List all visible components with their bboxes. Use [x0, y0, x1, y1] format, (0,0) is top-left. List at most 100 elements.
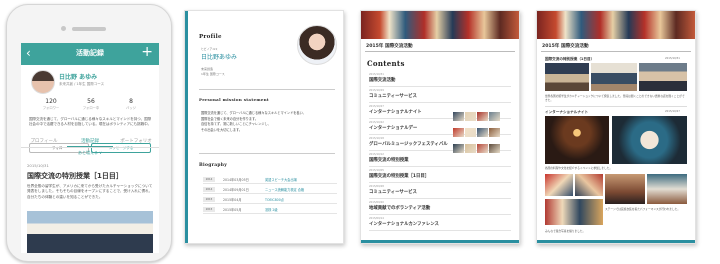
divider	[541, 51, 691, 52]
toc-thumbnail[interactable]	[489, 112, 500, 121]
article-date: 2015/10/31	[665, 57, 680, 60]
banner-title: 2015年 国際交流活動	[542, 44, 589, 49]
toc-thumbnail[interactable]	[465, 112, 476, 121]
toc-thumbnail[interactable]	[453, 128, 464, 137]
page-banner-photo	[361, 11, 519, 39]
article-heading: インターナショナルナイト	[545, 110, 589, 114]
bio-title[interactable]: ニュース読解能力検定 合格	[265, 187, 304, 192]
toc-divider	[369, 214, 511, 215]
article-photo	[639, 63, 687, 91]
biography-row: 2015 2015年04月 TOEIC800点	[203, 195, 337, 204]
toc-entry[interactable]: 2015/09/14 インターナショナルカンファレンス	[369, 217, 449, 227]
show-more-link[interactable]: あと増える ∨	[21, 150, 159, 156]
bio-title[interactable]: 漢検 2級	[265, 207, 278, 212]
stat-value: 120	[45, 98, 57, 105]
toc-entry[interactable]: 2015/10/31 国際交流活動	[369, 73, 449, 83]
toc-thumbnail[interactable]	[477, 112, 488, 121]
article-date: 2015/10/27	[665, 110, 680, 113]
bio-date: 2014年03月05日	[223, 178, 249, 182]
contents-heading: Contents	[367, 59, 405, 68]
biography-row: 2014 2014年03月05日 英語スピーチ大会出場	[203, 175, 337, 184]
mission-statement: 国際交流を通じて、グローバルに通じる様々なスキルとマインドを養い、 国際社会で働…	[201, 111, 337, 133]
toc-thumbnails	[453, 138, 501, 157]
toc-entry[interactable]: 2015/10/29 コミュニティーサービス	[369, 89, 449, 99]
toc-entry[interactable]: 2015/09/20 地域貢献でのボランティア活動	[369, 201, 449, 211]
toc-entry[interactable]: 2015/10/18 グローバルミュージックフェスティバル	[369, 137, 449, 147]
profile-subtitle: 未来共創 / 1年生 国際コース	[59, 82, 105, 86]
toc-thumbnail[interactable]	[489, 144, 500, 153]
toc-entry[interactable]: 2015/10/27 インターナショナルナイト	[369, 105, 449, 115]
toc-title: 国際交流の特別授業	[369, 158, 409, 163]
page-banner-photo	[537, 11, 695, 39]
article-body: 各国の料理や文化を紹介するイベントに参加しました。	[545, 166, 613, 170]
profile-photo	[297, 25, 337, 65]
toc-date: 2015/10/05	[369, 169, 384, 172]
profile-meta-1: 未来創造	[201, 67, 214, 71]
toc-thumbnail[interactable]	[489, 128, 500, 137]
add-icon[interactable]: +	[141, 44, 153, 60]
tab-profile[interactable]: プロフィール	[21, 138, 67, 144]
toc-date: 2015/10/29	[369, 89, 384, 92]
toc-title: グローバルミュージックフェスティバル	[369, 142, 448, 147]
toc-title: 地域貢献でのボランティア活動	[369, 206, 431, 211]
toc-entry[interactable]: 2015/10/22 インターナショナルデー	[369, 121, 449, 131]
toc-entry[interactable]: 2015/10/12 国際交流の特別授業	[369, 153, 449, 163]
toc-divider	[369, 102, 511, 103]
section-heading-biography: Biography	[199, 163, 228, 168]
section-heading-mission: Personal mission statement	[199, 97, 270, 102]
toc-date: 2015/09/14	[369, 217, 384, 220]
toc-date: 2015/10/31	[369, 73, 384, 76]
front-camera	[61, 26, 66, 31]
biography-row: 2014 2014年09月01日 ニュース読解能力検定 合格	[203, 185, 337, 194]
article-title[interactable]: 国際交流の特別授業［1日目］	[27, 171, 123, 181]
avatar	[31, 70, 55, 94]
toc-thumbnail[interactable]	[453, 112, 464, 121]
tab-portfolio[interactable]: ポートフォリオ	[113, 138, 159, 144]
article-date: 2015/10/31	[27, 163, 49, 168]
toc-entry[interactable]: 2015/10/05 国際交流の特別授業［1日目］	[369, 169, 449, 179]
page-accent-bar	[185, 11, 188, 243]
stat-following[interactable]: 56 フォロー中	[71, 98, 111, 110]
earpiece-speaker	[72, 27, 106, 31]
toc-divider	[369, 86, 511, 87]
article-photo	[591, 63, 637, 91]
bio-title[interactable]: 英語スピーチ大会出場	[265, 177, 297, 182]
bio-date: 2014年09月01日	[223, 188, 249, 192]
article-heading: 国際交流の特別授業（1日目）	[545, 57, 595, 61]
article-photo	[545, 116, 609, 164]
mission-line: その出会いを大切にします。	[201, 127, 243, 132]
section-heading-profile: Profile	[199, 34, 222, 40]
toc-date: 2015/10/12	[369, 153, 384, 156]
article-body: 世界全般の留学生が、アメリカに来てから受けたカルチャーショックについて発表をしま…	[27, 184, 153, 199]
profile-name: 日比野あゆみ	[201, 54, 238, 61]
app-title: 活動記録	[76, 49, 104, 57]
article-body: みんなで集合写真を撮りました。	[545, 229, 586, 233]
page-footer-bar	[361, 240, 519, 243]
article-photo	[545, 199, 603, 225]
divider	[199, 89, 335, 90]
bio-title[interactable]: TOEIC800点	[265, 197, 284, 202]
toc-thumbnail[interactable]	[453, 144, 464, 153]
toc-thumbnail[interactable]	[465, 128, 476, 137]
toc-thumbnail[interactable]	[477, 144, 488, 153]
toc-date: 2015/10/22	[369, 121, 384, 124]
profile-tabs: プロフィール 活動記録 ポートフォリオ	[21, 135, 159, 148]
page-footer-bar	[537, 240, 695, 243]
profile-stats: 120 フォロワー 56 フォロー中 8 バッジ	[31, 98, 151, 114]
stat-label: バッジ	[126, 106, 136, 110]
toc-thumbnail[interactable]	[477, 128, 488, 137]
app-header: ‹ 活動記録 +	[21, 43, 159, 65]
toc-title: インターナショナルデー	[369, 126, 418, 131]
stat-followers[interactable]: 120 フォロワー	[31, 98, 71, 110]
stat-badges[interactable]: 8 バッジ	[111, 98, 151, 110]
article-photo	[27, 211, 153, 253]
toc-divider	[369, 230, 511, 231]
toc-title: インターナショナルナイト	[369, 110, 422, 115]
tab-activity[interactable]: 活動記録	[67, 138, 113, 147]
toc-title: 国際交流の特別授業［1日目］	[369, 174, 430, 179]
toc-thumbnail[interactable]	[465, 144, 476, 153]
toc-title: インターナショナルカンファレンス	[369, 222, 439, 227]
contents-document-page: 2015年 国際交流活動 Contents 2015/10/31 国際交流活動 20…	[360, 10, 520, 244]
toc-entry[interactable]: 2015/09/28 コミュニティーサービス	[369, 185, 449, 195]
article-body: 世界各国の留学生がカルチャーショックについて発表しました。普段は聞くことのできな…	[545, 94, 685, 102]
